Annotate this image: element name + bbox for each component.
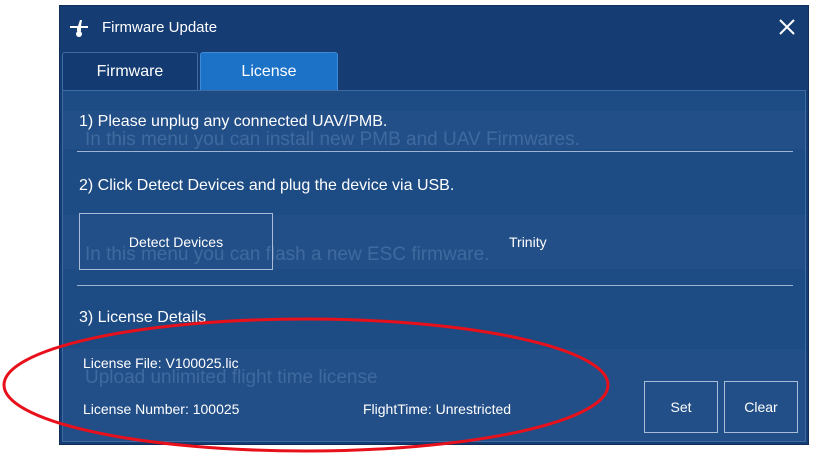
license-panel: In this menu you can install new PMB and…: [62, 90, 806, 442]
flight-time: FlightTime: Unrestricted: [363, 401, 512, 417]
set-button-label: Set: [670, 399, 692, 415]
tab-firmware-label: Firmware: [96, 62, 164, 80]
divider-2: [77, 285, 793, 286]
tab-license[interactable]: License: [200, 52, 338, 90]
drone-icon: [68, 17, 90, 39]
step-1-text: 1) Please unplug any connected UAV/PMB.: [79, 113, 388, 130]
device-name: Trinity: [509, 234, 547, 250]
tab-strip: Firmware License: [60, 52, 808, 90]
step-3-text: 3) License Details: [79, 309, 207, 326]
step-2-text: 2) Click Detect Devices and plug the dev…: [79, 177, 455, 194]
clear-button-label: Clear: [744, 399, 778, 415]
tab-firmware[interactable]: Firmware: [62, 52, 198, 90]
license-file: License File: V100025.lic: [83, 355, 239, 371]
divider-1: [77, 151, 793, 152]
detect-devices-button[interactable]: Detect Devices: [79, 213, 273, 270]
set-button[interactable]: Set: [644, 381, 718, 433]
ghost-text-1: In this menu you can install new PMB and…: [85, 129, 580, 150]
firmware-update-window: Firmware Update Firmware License In this…: [59, 5, 809, 445]
clear-button[interactable]: Clear: [724, 381, 798, 433]
title-bar: Firmware Update: [60, 6, 808, 49]
window-title: Firmware Update: [102, 19, 218, 36]
detect-devices-label: Detect Devices: [128, 233, 224, 250]
license-number: License Number: 100025: [83, 401, 240, 417]
tab-license-label: License: [241, 62, 297, 80]
close-icon[interactable]: [772, 12, 802, 42]
